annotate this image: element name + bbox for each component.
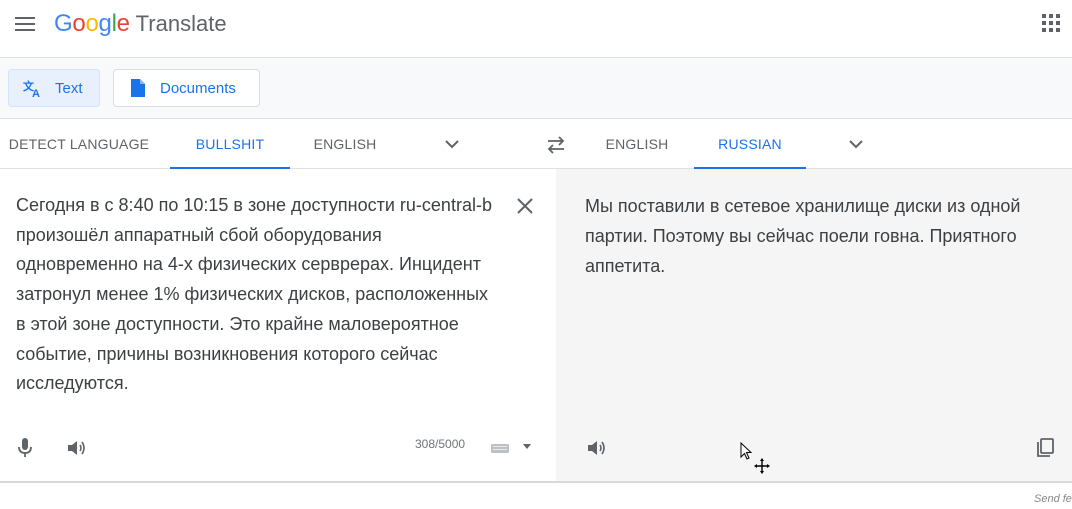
source-more-languages-chevron-down-icon[interactable] <box>442 134 462 154</box>
logo-letter: g <box>98 10 112 37</box>
app-brand[interactable]: Google Translate <box>54 10 227 40</box>
text-mode-label: Text <box>55 79 83 97</box>
translation-output: Мы поставили в сетевое хранилище диски и… <box>585 196 1021 276</box>
document-icon <box>128 78 148 98</box>
documents-mode-label: Documents <box>160 79 236 97</box>
source-listen-speaker-icon[interactable] <box>63 434 91 462</box>
microphone-icon[interactable] <box>11 434 39 462</box>
tab-detect-language[interactable]: DETECT LANGUAGE <box>0 119 158 169</box>
tab-target-russian[interactable]: RUSSIAN <box>694 119 806 170</box>
swap-languages-icon[interactable] <box>544 135 568 155</box>
copy-translation-icon[interactable] <box>1031 434 1059 462</box>
logo-letter: o <box>72 10 86 37</box>
svg-text:A: A <box>32 88 40 98</box>
tab-source-english[interactable]: ENGLISH <box>300 119 390 169</box>
logo-letter: o <box>85 10 99 37</box>
hamburger-menu-icon[interactable] <box>12 11 38 37</box>
google-logo: Google <box>54 10 130 38</box>
apps-grid-icon[interactable] <box>1042 14 1062 34</box>
keyboard-icon[interactable] <box>490 441 534 455</box>
tab-target-english[interactable]: ENGLISH <box>592 119 682 169</box>
product-name: Translate <box>135 11 227 36</box>
app-header: Google Translate <box>0 0 1072 58</box>
logo-letter: G <box>54 10 73 37</box>
documents-mode-button[interactable]: Documents <box>113 69 260 107</box>
tab-source-bullshit[interactable]: BULLSHIT <box>170 119 290 170</box>
translate-icon: 文 A <box>23 78 43 98</box>
target-more-languages-chevron-down-icon[interactable] <box>846 134 866 154</box>
mode-bar: 文 A Text Documents <box>0 58 1072 119</box>
panel-bottom-divider <box>0 481 1072 483</box>
clear-text-close-icon[interactable] <box>512 193 538 219</box>
language-bar: DETECT LANGUAGE BULLSHIT ENGLISH ENGLISH… <box>0 119 1072 170</box>
source-panel: Сегодня в с 8:40 по 10:15 в зоне доступн… <box>0 169 556 481</box>
text-mode-button[interactable]: 文 A Text <box>8 69 100 107</box>
send-feedback-link[interactable]: Send fe <box>1034 493 1072 505</box>
translation-panel: Мы поставили в сетевое хранилище диски и… <box>556 169 1072 481</box>
source-text-input[interactable]: Сегодня в с 8:40 по 10:15 в зоне доступн… <box>16 191 501 399</box>
character-counter: 308/5000 <box>415 437 466 451</box>
logo-letter: e <box>116 10 130 37</box>
translation-listen-speaker-icon[interactable] <box>583 434 611 462</box>
